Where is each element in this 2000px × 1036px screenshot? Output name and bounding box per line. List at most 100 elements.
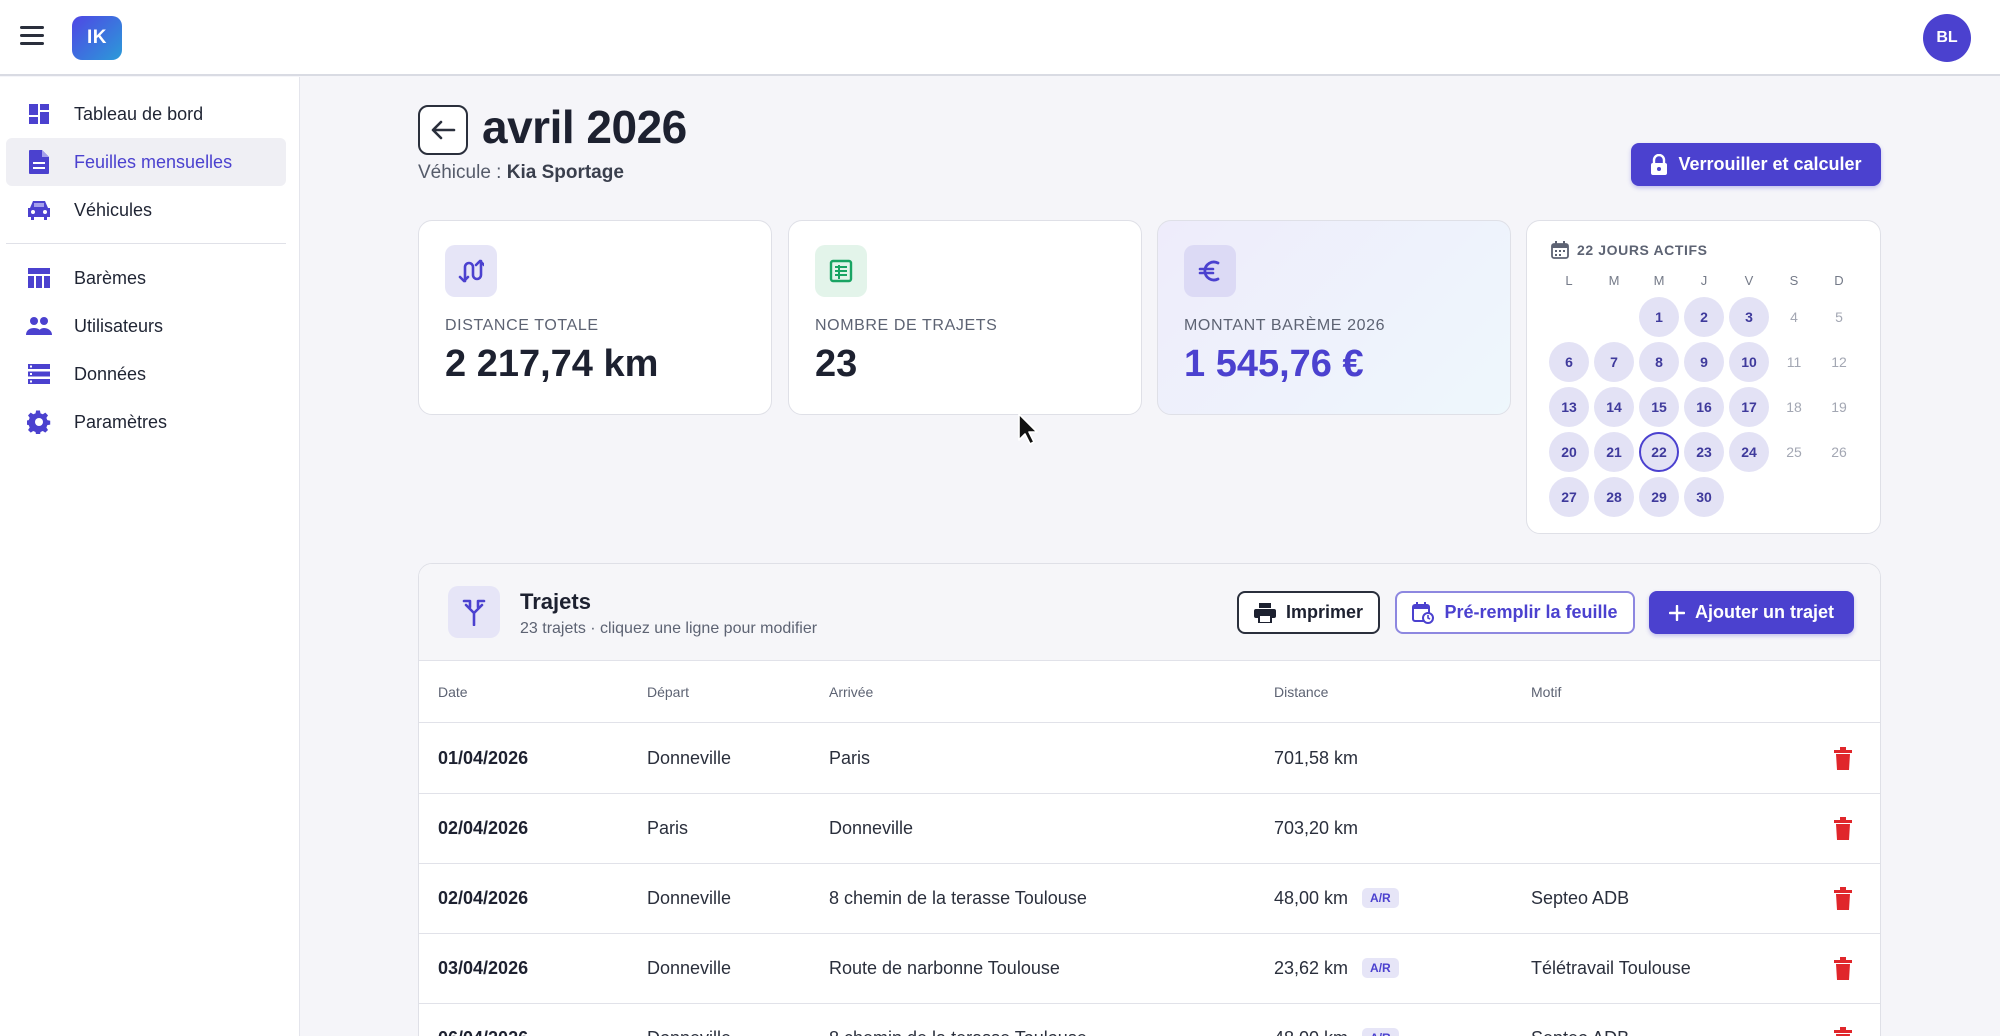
trash-icon[interactable] xyxy=(1833,887,1853,911)
add-trip-button[interactable]: Ajouter un trajet xyxy=(1649,591,1854,634)
column-header-depart[interactable]: Départ xyxy=(647,684,689,700)
table-row[interactable]: 02/04/2026 Paris Donneville 703,20 km xyxy=(419,794,1880,864)
calendar-day[interactable]: 4 xyxy=(1774,297,1814,337)
calendar-day[interactable]: 20 xyxy=(1549,432,1589,472)
calendar-day[interactable]: 9 xyxy=(1684,342,1724,382)
weekday-label: D xyxy=(1834,273,1844,288)
sidebar-item-label: Données xyxy=(74,363,147,384)
gear-icon xyxy=(26,409,52,435)
calendar-refresh-icon xyxy=(1412,601,1435,624)
trash-icon[interactable] xyxy=(1833,957,1853,981)
stat-label: MONTANT BARÈME 2026 xyxy=(1184,317,1386,334)
cell-date: 02/04/2026 xyxy=(438,818,528,839)
cell-arrivee: 8 chemin de la terasse Toulouse xyxy=(829,888,1087,909)
calendar-day[interactable]: 14 xyxy=(1594,387,1634,427)
round-trip-badge: A/R xyxy=(1362,1028,1399,1036)
calendar-day[interactable]: 27 xyxy=(1549,477,1589,517)
calendar-day[interactable]: 21 xyxy=(1594,432,1634,472)
calendar-day[interactable]: 1 xyxy=(1639,297,1679,337)
back-button[interactable] xyxy=(418,105,468,155)
dashboard-icon xyxy=(26,101,52,127)
table-row[interactable]: 02/04/2026 Donneville 8 chemin de la teras… xyxy=(419,864,1880,934)
sidebar-item-settings[interactable]: Paramètres xyxy=(6,398,286,446)
sidebar-item-vehicles[interactable]: Véhicules xyxy=(6,186,286,234)
lock-and-calculate-button[interactable]: Verrouiller et calculer xyxy=(1631,143,1881,186)
cell-distance: 48,00 km A/R xyxy=(1274,888,1399,909)
calendar-day[interactable]: 6 xyxy=(1549,342,1589,382)
calendar-day[interactable]: 19 xyxy=(1819,387,1859,427)
list-icon xyxy=(26,361,52,387)
cell-date-text: 06/04/2026 xyxy=(438,1028,528,1036)
sidebar-item-label: Paramètres xyxy=(74,411,168,432)
sheet-icon xyxy=(815,245,867,297)
calendar-day[interactable]: 5 xyxy=(1819,297,1859,337)
stat-value: 2 217,74 km xyxy=(445,343,659,385)
cell-distance-text: 23,62 km xyxy=(1274,958,1349,978)
print-button[interactable]: Imprimer xyxy=(1237,591,1380,634)
calendar-day[interactable]: 28 xyxy=(1594,477,1634,517)
calendar-day[interactable]: 7 xyxy=(1594,342,1634,382)
vehicle-line: Véhicule : Kia Sportage xyxy=(418,162,624,184)
trips-panel: Trajets 23 trajets · cliquez une ligne p… xyxy=(418,563,1881,1036)
calendar-day[interactable]: 2 xyxy=(1684,297,1724,337)
calendar-day[interactable]: 25 xyxy=(1774,432,1814,472)
stat-label: DISTANCE TOTALE xyxy=(445,317,599,334)
calendar-day[interactable]: 24 xyxy=(1729,432,1769,472)
column-header-motif[interactable]: Motif xyxy=(1531,684,1561,700)
calendar-day[interactable]: 17 xyxy=(1729,387,1769,427)
calendar-icon xyxy=(1551,241,1569,259)
sidebar-item-monthly-sheets[interactable]: Feuilles mensuelles xyxy=(6,138,286,186)
cell-arrivee: 8 chemin de la terasse Toulouse xyxy=(829,1028,1087,1036)
column-header-date[interactable]: Date xyxy=(438,684,468,700)
menu-icon[interactable] xyxy=(20,26,48,50)
weekday-label: M xyxy=(1608,273,1620,288)
calendar-day[interactable]: 11 xyxy=(1774,342,1814,382)
sidebar-item-data[interactable]: Données xyxy=(6,350,286,398)
round-trip-badge: A/R xyxy=(1362,958,1399,978)
calendar-day[interactable]: 15 xyxy=(1639,387,1679,427)
column-header-arrivee[interactable]: Arrivée xyxy=(829,684,873,700)
stat-value: 23 xyxy=(815,343,858,385)
calendar-day[interactable]: 30 xyxy=(1684,477,1724,517)
plus-icon xyxy=(1668,604,1685,621)
calendar-day[interactable]: 10 xyxy=(1729,342,1769,382)
sidebar-item-scales[interactable]: Barèmes xyxy=(6,254,286,302)
calendar-day[interactable]: 16 xyxy=(1684,387,1724,427)
stat-card-amount: MONTANT BARÈME 2026 1 545,76 € xyxy=(1157,220,1511,415)
cell-date: 02/04/2026 xyxy=(438,888,528,909)
calendar-day[interactable]: 12 xyxy=(1819,342,1859,382)
cell-motif-text: Septeo ADB xyxy=(1531,888,1630,908)
cell-arrivee: Route de narbonne Toulouse xyxy=(829,958,1060,979)
cell-motif-text: Télétravail Toulouse xyxy=(1531,958,1691,978)
calendar-day[interactable]: 22 xyxy=(1639,432,1679,472)
calendar-day[interactable]: 29 xyxy=(1639,477,1679,517)
cell-depart: Paris xyxy=(647,818,688,839)
activity-calendar: 22 JOURS ACTIFS L M M J V S D 1 2 3 4 5 6 7 8 9 10 11 12 13… xyxy=(1526,220,1881,534)
cell-arrivee-text: Route de narbonne Toulouse xyxy=(829,958,1060,978)
calendar-day[interactable]: 23 xyxy=(1684,432,1724,472)
sidebar-item-dashboard[interactable]: Tableau de bord xyxy=(6,90,286,138)
prefill-button-label: Pré-remplir la feuille xyxy=(1444,602,1618,622)
calendar-day[interactable]: 8 xyxy=(1639,342,1679,382)
cell-distance: 701,58 km xyxy=(1274,748,1358,769)
route-icon xyxy=(445,245,497,297)
user-avatar[interactable]: BL xyxy=(1923,14,1971,62)
calendar-day[interactable]: 3 xyxy=(1729,297,1769,337)
column-header-distance[interactable]: Distance xyxy=(1274,684,1328,700)
vehicle-name: Kia Sportage xyxy=(506,162,624,183)
calendar-day[interactable]: 13 xyxy=(1549,387,1589,427)
stat-value: 1 545,76 € xyxy=(1184,343,1364,385)
trash-icon[interactable] xyxy=(1833,747,1853,771)
cell-depart-text: Donneville xyxy=(647,958,732,978)
table-row[interactable]: 03/04/2026 Donneville Route de narbonne To… xyxy=(419,934,1880,1004)
trash-icon[interactable] xyxy=(1833,1027,1853,1036)
table-row[interactable]: 01/04/2026 Donneville Paris 701,58 km xyxy=(419,724,1880,794)
trash-icon[interactable] xyxy=(1833,817,1853,841)
prefill-sheet-button[interactable]: Pré-remplir la feuille xyxy=(1395,591,1635,634)
active-days-label: 22 JOURS ACTIFS xyxy=(1577,242,1708,258)
sidebar-item-users[interactable]: Utilisateurs xyxy=(6,302,286,350)
calendar-day[interactable]: 26 xyxy=(1819,432,1859,472)
app-logo[interactable]: IK xyxy=(72,16,122,60)
calendar-day[interactable]: 18 xyxy=(1774,387,1814,427)
table-row[interactable]: 06/04/2026 Donneville 8 chemin de la teras… xyxy=(419,1004,1880,1036)
